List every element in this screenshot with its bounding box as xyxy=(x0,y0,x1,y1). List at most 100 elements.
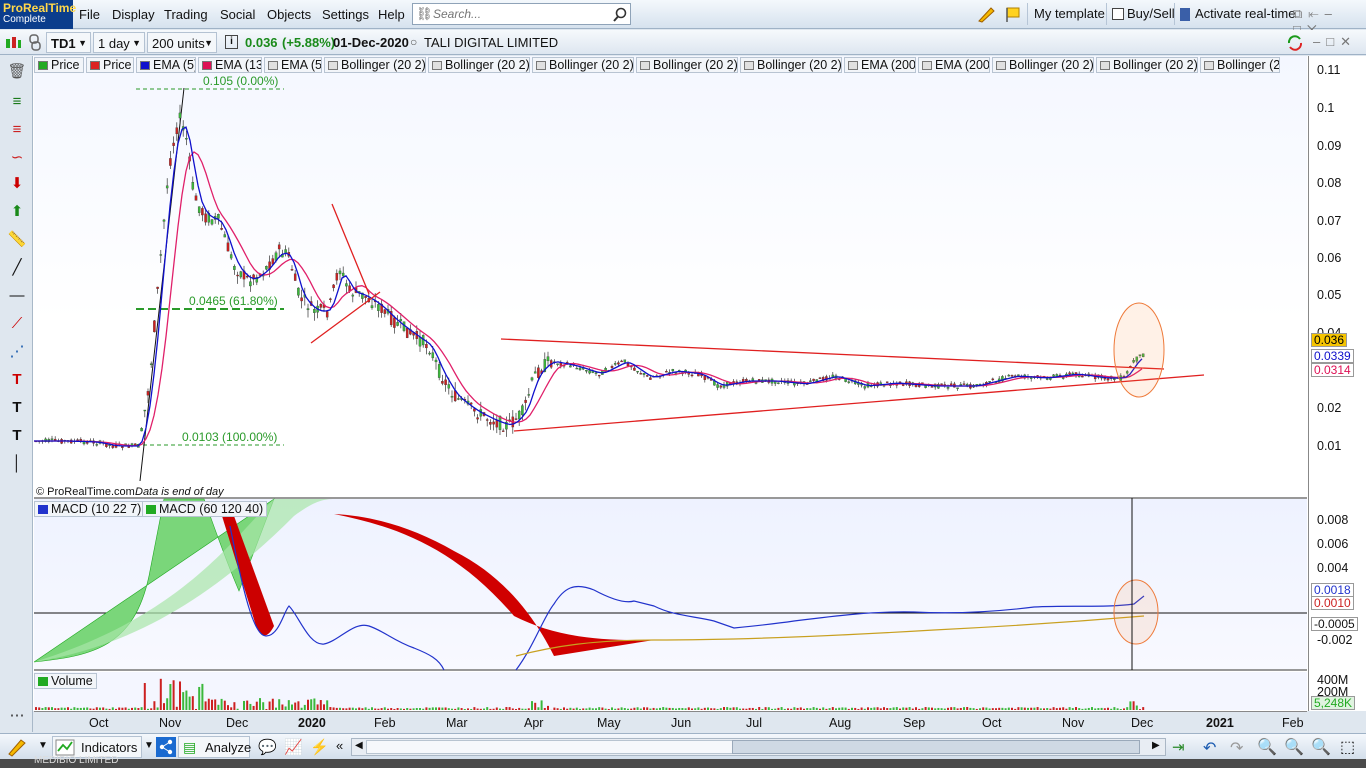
menu-trading[interactable]: Trading xyxy=(160,0,212,29)
price-axis[interactable]: 0.110.10.090.080.070.060.050.040.030.020… xyxy=(1308,56,1366,711)
indicator-legend-item[interactable]: EMA (5) xyxy=(136,57,196,73)
chevron-down-icon[interactable]: ▼ xyxy=(38,740,48,751)
undo-icon[interactable]: ↶ xyxy=(1203,738,1216,758)
trendline-icon[interactable]: ╱ xyxy=(5,258,29,278)
indicator-legend-item[interactable]: Bollinger (20 2) xyxy=(740,57,842,73)
menu-file[interactable]: File xyxy=(75,0,104,29)
macd-legend-2[interactable]: MACD (60 120 40) xyxy=(142,501,268,517)
text-red-icon[interactable]: T xyxy=(5,370,29,390)
volume-bar xyxy=(419,708,421,710)
volume-bar xyxy=(217,704,220,710)
flag-icon[interactable] xyxy=(1003,5,1023,23)
share-icon[interactable] xyxy=(156,737,176,757)
arrow-up-icon[interactable]: ⬆ xyxy=(5,202,29,222)
indicator-legend-item[interactable]: Bollinger (20 2) xyxy=(324,57,426,73)
candle-body xyxy=(501,430,505,432)
chart-window-controls[interactable]: –□✕ xyxy=(1313,34,1357,50)
indicator-legend-item[interactable]: Price xyxy=(86,57,134,73)
pencil-icon[interactable] xyxy=(977,5,997,23)
horizontal-scrollbar[interactable]: ◀ ▶ xyxy=(351,738,1166,756)
app-logo[interactable]: ProRealTime Complete xyxy=(0,0,76,29)
indicator-legend-item[interactable]: Bollinger (20 2) xyxy=(1200,57,1280,73)
watchlist-ticker[interactable]: MEDIBIO LIMITED xyxy=(34,755,118,766)
volume-bar xyxy=(742,708,745,710)
scroll-left-icon[interactable]: ◀ xyxy=(355,740,363,751)
buy-sell-button[interactable]: Buy/Sell xyxy=(1106,3,1181,25)
search-icon[interactable] xyxy=(612,7,628,23)
zoom-fit-icon[interactable]: 🔍 xyxy=(1257,737,1277,757)
indicator-legend-item[interactable]: EMA (200) xyxy=(918,57,990,73)
indicator-legend-item[interactable]: EMA (50) xyxy=(264,57,322,73)
zoom-box-icon[interactable]: ⬚ xyxy=(1340,737,1355,757)
scroll-left-fast-icon[interactable]: « xyxy=(336,738,343,753)
chart-compare-icon[interactable]: 📈 xyxy=(284,738,303,756)
volume-legend[interactable]: Volume xyxy=(34,673,97,689)
ruler-icon[interactable]: 📏 xyxy=(5,230,29,250)
arrow-down-icon[interactable]: ⬇ xyxy=(5,174,29,194)
chart-drawing[interactable] xyxy=(34,56,1307,711)
comment-icon[interactable]: 💬 xyxy=(258,738,277,756)
activate-realtime-button[interactable]: Activate real-time xyxy=(1174,3,1301,25)
more-tools-icon[interactable]: ⋯ xyxy=(5,706,29,726)
menu-help[interactable]: Help xyxy=(374,0,409,29)
fibonacci-down-icon[interactable]: ≡ xyxy=(5,120,29,140)
indicator-legend-item[interactable]: EMA (13) xyxy=(198,57,262,73)
scroll-right-icon[interactable]: ▶ xyxy=(1152,740,1160,751)
indicator-legend-item[interactable]: Bollinger (20 2) xyxy=(992,57,1094,73)
scroll-track-left[interactable] xyxy=(366,740,744,754)
vertical-line-icon[interactable]: │ xyxy=(5,454,29,474)
candle-body xyxy=(885,381,889,383)
triangle-upper-line[interactable] xyxy=(500,338,1165,370)
segment-icon[interactable]: ⟋ xyxy=(5,314,29,334)
ticker-select[interactable]: TD1 ▼ xyxy=(46,32,91,53)
candle-body xyxy=(1010,375,1014,377)
chevron-down-icon[interactable]: ▼ xyxy=(144,740,154,751)
zoom-out-icon[interactable]: 🔍 xyxy=(1284,737,1304,757)
indicator-legend-item[interactable]: Bollinger (20 2) xyxy=(532,57,634,73)
info-icon[interactable]: i xyxy=(225,35,238,49)
menu-social[interactable]: Social xyxy=(216,0,259,29)
time-axis[interactable]: Oct Nov Dec 2020 Feb Mar Apr May Jun Jul Aug Sep Oct… xyxy=(34,711,1307,733)
candle-body xyxy=(863,386,867,389)
menu-objects[interactable]: Objects xyxy=(263,0,315,29)
redo-icon[interactable]: ↷ xyxy=(1230,738,1243,758)
volume-bar xyxy=(735,707,738,710)
trendline-up[interactable] xyxy=(310,291,381,344)
pen-icon[interactable] xyxy=(6,737,28,757)
indicator-legend-item[interactable]: Bollinger (20 2) xyxy=(1096,57,1198,73)
indicator-label: EMA (200) xyxy=(861,58,916,72)
indicator-legend-item[interactable]: EMA (200) xyxy=(844,57,916,73)
zoom-in-icon[interactable]: 🔍 xyxy=(1311,737,1331,757)
menu-settings[interactable]: Settings xyxy=(318,0,373,29)
analyze-label: Analyze xyxy=(205,740,252,755)
horizontal-line-icon[interactable]: — xyxy=(5,286,29,306)
highlight-ellipse-macd[interactable] xyxy=(1113,579,1159,645)
refresh-icon[interactable] xyxy=(1285,33,1305,53)
text-icon[interactable]: T xyxy=(5,398,29,418)
indicator-legend-item[interactable]: Bollinger (20 2) xyxy=(428,57,530,73)
trendline-down[interactable] xyxy=(331,203,370,295)
channel-icon[interactable]: ∽ xyxy=(5,148,29,168)
search-box[interactable]: ⛓ xyxy=(412,3,631,25)
units-select[interactable]: 200 units ▼ xyxy=(147,32,217,53)
search-input[interactable] xyxy=(433,6,603,22)
candle-body xyxy=(575,367,579,370)
fibonacci-up-icon[interactable]: ≡ xyxy=(5,92,29,112)
alert-icon[interactable]: ⚡ xyxy=(310,738,329,756)
scroll-thumb[interactable] xyxy=(732,740,1140,754)
my-template-button[interactable]: My template xyxy=(1027,3,1111,25)
text-bold-icon[interactable]: T xyxy=(5,426,29,446)
analyze-button[interactable]: ▤ Analyze xyxy=(178,736,252,758)
volume-bar xyxy=(255,701,258,710)
menu-display[interactable]: Display xyxy=(108,0,159,29)
autoscroll-icon[interactable]: ⇥ xyxy=(1172,738,1185,756)
macd-legend-1[interactable]: MACD (10 22 7) xyxy=(34,501,146,517)
indicator-legend-item[interactable]: Price xyxy=(34,57,84,73)
highlight-ellipse-price[interactable] xyxy=(1113,302,1165,398)
regression-icon[interactable]: ⋰ xyxy=(5,342,29,362)
link-chain-icon[interactable] xyxy=(27,33,43,53)
candles-icon[interactable] xyxy=(4,34,22,52)
period-select[interactable]: 1 day ▼ xyxy=(93,32,145,53)
trash-icon[interactable]: 🗑 xyxy=(5,62,29,82)
indicator-legend-item[interactable]: Bollinger (20 2) xyxy=(636,57,738,73)
